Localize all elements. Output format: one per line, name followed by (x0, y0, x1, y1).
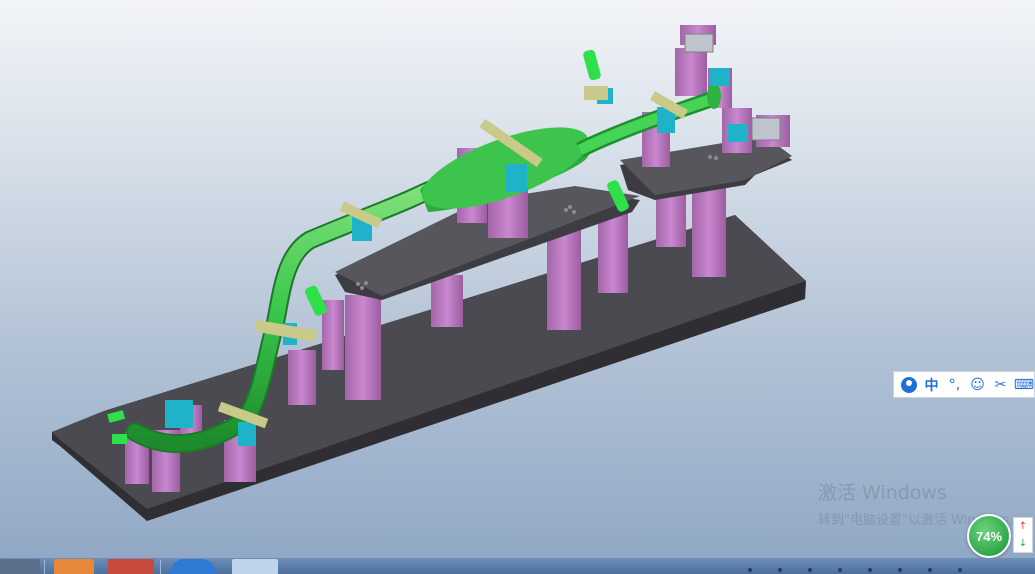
tray-icon[interactable] (778, 568, 782, 572)
watermark-title: 激活 Windows (818, 482, 947, 504)
ime-language-toggle[interactable]: 中 (922, 375, 941, 395)
user-icon[interactable] (899, 375, 918, 395)
network-speed-panel: ↑ ↓ (1013, 517, 1033, 553)
taskbar-app-3[interactable] (108, 559, 154, 574)
speed-badge[interactable]: 74% (967, 514, 1011, 558)
fixture-model[interactable] (0, 0, 1035, 558)
tray-icon[interactable] (838, 568, 842, 572)
tray-icon[interactable] (928, 568, 932, 572)
taskbar (0, 558, 1035, 574)
tray-icon[interactable] (748, 568, 752, 572)
emoji-icon[interactable]: ☺ (968, 375, 987, 395)
taskbar-separator (160, 560, 161, 574)
taskbar-app-1[interactable] (0, 559, 40, 574)
scissors-icon[interactable]: ✂ (991, 375, 1010, 395)
taskbar-separator (44, 560, 45, 574)
taskbar-app-4[interactable] (170, 559, 216, 574)
ime-toolbar: 中 °, ☺ ✂ ⌨ (893, 371, 1035, 398)
taskbar-app-5[interactable] (232, 559, 278, 574)
download-arrow-icon: ↓ (1018, 538, 1028, 549)
tray-icon[interactable] (808, 568, 812, 572)
tray-icon[interactable] (958, 568, 962, 572)
taskbar-app-2[interactable] (54, 559, 94, 574)
punctuation-icon[interactable]: °, (945, 375, 964, 395)
tray-icon[interactable] (898, 568, 902, 572)
upload-arrow-icon: ↑ (1018, 521, 1028, 532)
tray-icon[interactable] (868, 568, 872, 572)
cad-viewport[interactable] (0, 0, 1035, 558)
keyboard-icon[interactable]: ⌨ (1014, 375, 1034, 395)
